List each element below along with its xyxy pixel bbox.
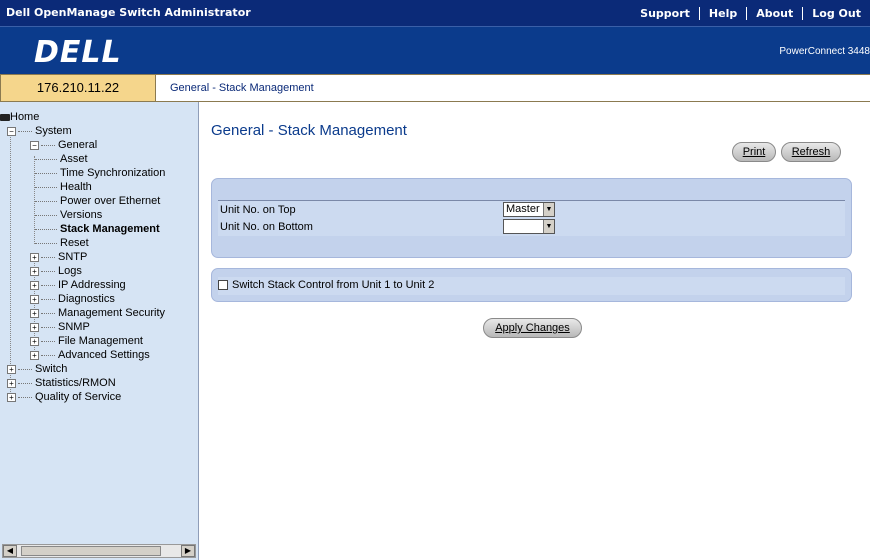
unit-top-value: Master [506,203,540,215]
horizontal-scrollbar[interactable]: ◀ ▶ [2,544,196,558]
plus-box-icon[interactable]: + [7,364,16,374]
tree-item-diagnostics[interactable]: + Diagnostics [30,292,115,306]
tree-label: SNMP [58,321,90,333]
unit-bottom-row: Unit No. on Bottom ▼ [218,218,845,236]
tree-label: Statistics/RMON [35,377,116,389]
tree-item-asset[interactable]: Asset [35,152,88,166]
tree-item-system[interactable]: − System [7,124,72,138]
unit-top-select[interactable]: Master ▼ [503,202,555,217]
scroll-thumb[interactable] [21,546,161,556]
unit-bottom-label: Unit No. on Bottom [220,221,313,233]
tree-item-ip-addressing[interactable]: + IP Addressing [30,278,126,292]
stack-settings-panel: Unit No. on Top Master ▼ Unit No. on Bot… [211,178,852,258]
minus-box-icon[interactable]: − [30,140,39,150]
tree-label: Switch [35,363,68,375]
plus-box-icon[interactable]: + [30,266,39,276]
plus-box-icon[interactable]: + [30,336,39,346]
tree-label: Quality of Service [35,391,122,403]
tree-label: Power over Ethernet [60,195,161,207]
print-button[interactable]: Print [732,142,776,162]
scroll-left-icon[interactable]: ◀ [3,545,17,557]
main-content: General - Stack Management Print Refresh… [200,102,870,560]
tree-label: Diagnostics [58,293,115,305]
plus-box-icon[interactable]: + [7,378,16,388]
plus-box-icon[interactable]: + [30,280,39,290]
tree-label: Health [60,181,92,193]
chevron-down-icon[interactable]: ▼ [543,203,554,216]
tree-item-file-management[interactable]: + File Management [30,334,143,348]
model-name: PowerConnect 3448 [779,46,870,57]
tree-item-statistics-rmon[interactable]: + Statistics/RMON [7,376,116,390]
about-link[interactable]: About [746,6,802,20]
ip-address: 176.210.11.22 [0,74,156,102]
minus-box-icon[interactable]: − [7,126,16,136]
chevron-down-icon[interactable]: ▼ [543,220,554,233]
tree-item-reset[interactable]: Reset [35,236,89,250]
tree-label: Stack Management [60,223,160,235]
app-title: Dell OpenManage Switch Administrator [6,6,251,19]
help-link[interactable]: Help [698,6,746,20]
unit-bottom-select[interactable]: ▼ [503,219,555,234]
top-links: Support Help About Log Out [631,0,870,26]
switch-stack-row: Switch Stack Control from Unit 1 to Unit… [218,277,845,295]
stack-control-panel: Switch Stack Control from Unit 1 to Unit… [211,268,852,302]
plus-box-icon[interactable]: + [30,322,39,332]
apply-changes-button[interactable]: Apply Changes [483,318,582,338]
tree-item-logs[interactable]: + Logs [30,264,82,278]
tree-item-poe[interactable]: Power over Ethernet [35,194,160,208]
support-link[interactable]: Support [631,7,699,20]
tree-item-switch[interactable]: + Switch [7,362,67,376]
plus-box-icon[interactable]: + [30,252,39,262]
tree-item-snmp[interactable]: + SNMP [30,320,90,334]
top-bar: Dell OpenManage Switch Administrator Sup… [0,0,870,26]
tree-label: Management Security [58,307,165,319]
plus-box-icon[interactable]: + [30,308,39,318]
tree-label: Advanced Settings [58,349,150,361]
tree-item-management-security[interactable]: + Management Security [30,306,165,320]
sidebar-tree: Home − System − General Asset Time Synchro… [0,102,199,560]
page-title: General - Stack Management [211,122,407,139]
tree-label: Asset [60,153,88,165]
tree-item-home[interactable]: Home [0,110,39,124]
dell-logo: DELL [34,35,122,70]
plus-box-icon[interactable]: + [30,294,39,304]
unit-top-row: Unit No. on Top Master ▼ [218,200,845,218]
tree-item-versions[interactable]: Versions [35,208,102,222]
tree-label: Time Synchronization [60,167,166,179]
breadcrumb: General - Stack Management [156,74,870,102]
tree-label: Home [10,111,40,123]
tree-item-advanced-settings[interactable]: + Advanced Settings [30,348,150,362]
unit-top-label: Unit No. on Top [220,204,296,216]
tree-label: SNTP [58,251,88,263]
tree-item-time-sync[interactable]: Time Synchronization [35,166,165,180]
tree-label: IP Addressing [58,279,126,291]
tree-label: General [58,139,98,151]
tree-item-general[interactable]: − General [30,138,97,152]
scroll-right-icon[interactable]: ▶ [181,545,195,557]
plus-box-icon[interactable]: + [30,350,39,360]
tree-label: Logs [58,265,82,277]
tree-label: Versions [60,209,103,221]
tree-item-health[interactable]: Health [35,180,92,194]
banner: DELL PowerConnect 3448 [0,26,870,74]
logout-link[interactable]: Log Out [802,6,870,20]
tree-label: System [35,125,72,137]
tree-label: Reset [60,237,89,249]
tree-item-sntp[interactable]: + SNTP [30,250,87,264]
tree-line [10,128,11,398]
tree-item-stack-management[interactable]: Stack Management [35,222,160,236]
folder-icon [0,113,10,121]
plus-box-icon[interactable]: + [7,392,16,402]
switch-stack-checkbox[interactable] [218,280,228,291]
refresh-button[interactable]: Refresh [781,142,841,162]
switch-stack-label: Switch Stack Control from Unit 1 to Unit… [232,279,435,291]
tree-label: File Management [58,335,143,347]
tree-item-quality-of-service[interactable]: + Quality of Service [7,390,121,404]
